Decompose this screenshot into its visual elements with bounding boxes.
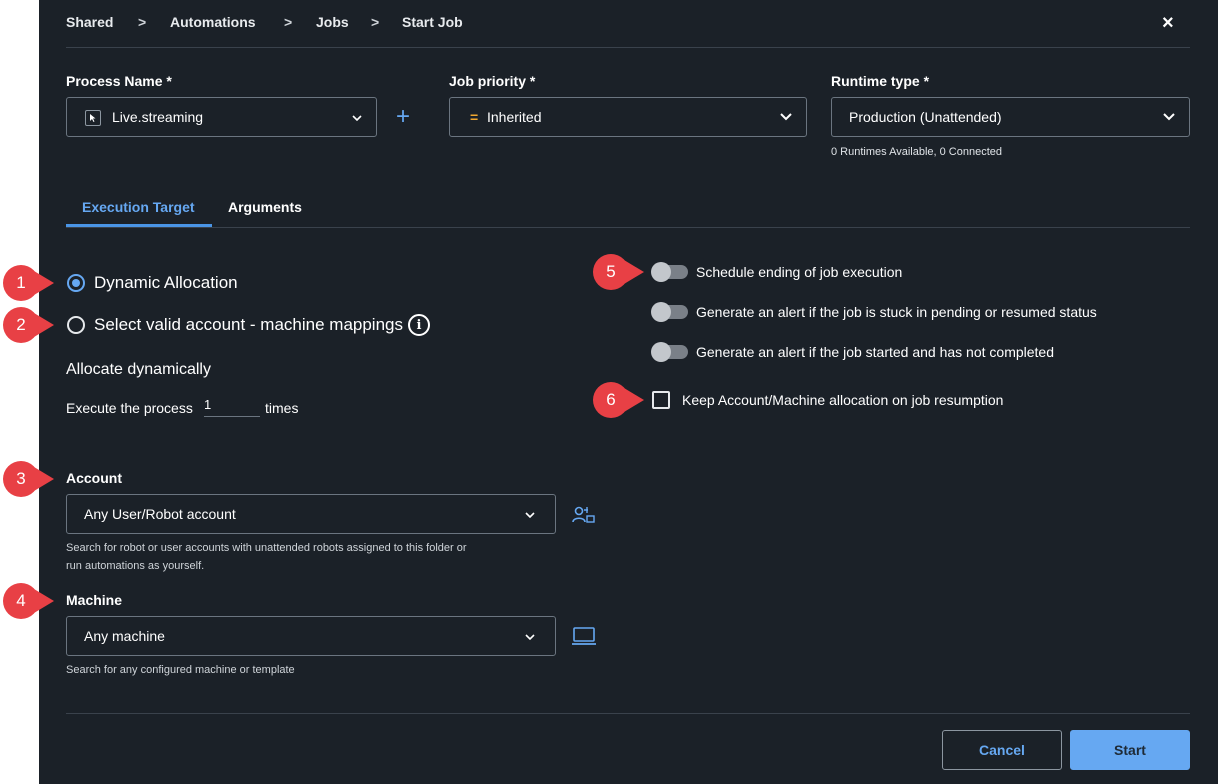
footer-divider <box>66 713 1190 714</box>
cancel-button[interactable]: Cancel <box>942 730 1062 770</box>
dynamic-allocation-label[interactable]: Dynamic Allocation <box>94 273 238 293</box>
execute-count-input[interactable]: 1 <box>204 395 260 417</box>
account-hint-line-2: run automations as yourself. <box>66 560 205 572</box>
machine-label: Machine <box>66 592 123 608</box>
alert-pending-toggle[interactable] <box>651 302 688 322</box>
account-machine-mappings-label[interactable]: Select valid account - machine mappings <box>94 315 403 335</box>
close-icon[interactable]: × <box>1162 13 1174 33</box>
dynamic-allocation-radio[interactable] <box>67 274 85 292</box>
callout-number: 4 <box>16 591 26 610</box>
add-process-button[interactable]: + <box>396 104 410 130</box>
info-icon-glyph: i <box>416 318 422 333</box>
user-assign-icon[interactable] <box>572 506 596 529</box>
tab-arguments[interactable]: Arguments <box>228 199 302 215</box>
machine-hint: Search for any configured machine or tem… <box>66 664 295 676</box>
chevron-down-icon <box>525 627 535 645</box>
process-name-select[interactable]: Live.streaming <box>66 97 377 137</box>
runtime-type-value: Production (Unattended) <box>849 109 1002 125</box>
alert-not-completed-label: Generate an alert if the job started and… <box>696 344 1055 360</box>
keep-allocation-checkbox[interactable] <box>652 391 670 409</box>
alert-not-completed-toggle[interactable] <box>651 342 688 362</box>
execute-count-value: 1 <box>204 397 212 412</box>
account-machine-mappings-radio[interactable] <box>67 316 85 334</box>
callout-marker-5: 5 <box>592 253 644 291</box>
chevron-down-icon <box>525 505 535 523</box>
breadcrumb-separator: > <box>371 14 380 30</box>
callout-marker-4: 4 <box>2 582 54 620</box>
machine-select[interactable]: Any machine <box>66 616 556 656</box>
breadcrumb-item-start-job: Start Job <box>402 14 463 30</box>
account-label: Account <box>66 470 122 486</box>
breadcrumb-separator: > <box>138 14 147 30</box>
priority-equal-icon: = <box>470 109 479 125</box>
breadcrumb-separator: > <box>284 14 293 30</box>
header-divider <box>66 47 1190 48</box>
execute-process-suffix: times <box>265 400 299 416</box>
callout-marker-6: 6 <box>592 381 644 419</box>
cursor-icon <box>85 110 101 126</box>
callout-number: 5 <box>606 262 616 281</box>
cancel-button-label: Cancel <box>979 742 1025 758</box>
process-name-value: Live.streaming <box>112 109 204 125</box>
chevron-down-icon <box>352 108 362 126</box>
account-hint-line-1: Search for robot or user accounts with u… <box>66 542 467 554</box>
machine-value: Any machine <box>84 628 165 644</box>
callout-marker-1: 1 <box>2 264 54 302</box>
callout-number: 2 <box>16 315 26 334</box>
schedule-ending-toggle[interactable] <box>651 262 688 282</box>
runtime-type-select[interactable]: Production (Unattended) <box>831 97 1190 137</box>
job-priority-value: Inherited <box>487 109 542 125</box>
chevron-down-icon <box>780 108 792 126</box>
breadcrumb-item-automations[interactable]: Automations <box>170 14 256 30</box>
job-priority-label: Job priority * <box>449 73 536 89</box>
start-button[interactable]: Start <box>1070 730 1190 770</box>
tabs-divider <box>66 227 1190 228</box>
laptop-icon[interactable] <box>572 627 596 650</box>
breadcrumb-item-shared[interactable]: Shared <box>66 14 113 30</box>
runtime-availability-hint: 0 Runtimes Available, 0 Connected <box>831 146 1003 158</box>
callout-number: 3 <box>16 469 26 488</box>
chevron-down-icon <box>1163 108 1175 126</box>
schedule-ending-label: Schedule ending of job execution <box>696 264 903 280</box>
info-icon[interactable]: i <box>408 314 430 336</box>
tab-execution-target[interactable]: Execution Target <box>82 199 195 215</box>
account-value: Any User/Robot account <box>84 506 236 522</box>
account-select[interactable]: Any User/Robot account <box>66 494 556 534</box>
callout-number: 1 <box>16 273 26 292</box>
keep-allocation-label[interactable]: Keep Account/Machine allocation on job r… <box>682 392 1003 408</box>
start-button-label: Start <box>1114 742 1146 758</box>
allocate-dynamically-heading: Allocate dynamically <box>66 361 211 378</box>
breadcrumb-item-jobs[interactable]: Jobs <box>316 14 349 30</box>
callout-marker-2: 2 <box>2 306 54 344</box>
runtime-type-label: Runtime type * <box>831 73 930 89</box>
job-priority-select[interactable]: = Inherited <box>449 97 807 137</box>
alert-pending-label: Generate an alert if the job is stuck in… <box>696 304 1097 320</box>
callout-number: 6 <box>606 390 616 409</box>
process-name-label: Process Name * <box>66 73 172 89</box>
execute-process-prefix: Execute the process <box>66 400 193 416</box>
callout-marker-3: 3 <box>2 460 54 498</box>
